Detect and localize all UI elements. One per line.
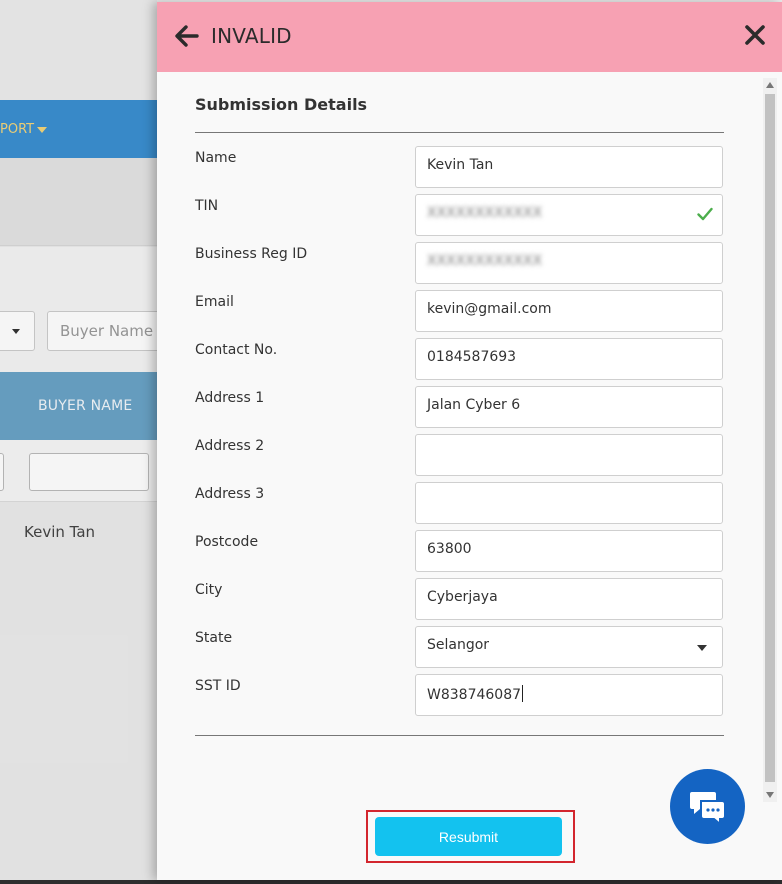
tin-label: TIN <box>195 198 219 214</box>
scroll-up-arrow-icon[interactable] <box>766 82 774 88</box>
caret-down-icon <box>697 645 707 651</box>
address2-field[interactable] <box>415 434 723 476</box>
state-label: State <box>195 630 233 646</box>
section-divider-bottom <box>195 735 724 736</box>
drawer-title: INVALID <box>211 24 292 48</box>
close-icon[interactable] <box>744 24 766 46</box>
sst-id-field[interactable]: W838746087 <box>415 674 723 716</box>
contact-label: Contact No. <box>195 342 278 358</box>
name-field[interactable]: Kevin Tan <box>415 146 723 188</box>
background-overlay <box>0 0 157 884</box>
section-title: Submission Details <box>195 95 368 114</box>
resubmit-button[interactable]: Resubmit <box>375 817 562 856</box>
address1-field[interactable]: Jalan Cyber 6 <box>415 386 723 428</box>
chat-bubbles-icon <box>690 792 726 825</box>
arrow-left-icon[interactable] <box>175 24 199 48</box>
address3-label: Address 3 <box>195 486 265 502</box>
business-reg-value: XXXXXXXXXXXX <box>427 253 543 269</box>
section-divider <box>195 132 724 133</box>
check-icon <box>697 207 713 221</box>
tin-field[interactable]: XXXXXXXXXXXX <box>415 194 723 236</box>
submission-drawer: INVALID Submission Details Name Kevin Ta… <box>157 2 782 880</box>
business-reg-field[interactable]: XXXXXXXXXXXX <box>415 242 723 284</box>
address2-label: Address 2 <box>195 438 265 454</box>
contact-field[interactable]: 0184587693 <box>415 338 723 380</box>
drawer-header: INVALID <box>157 2 782 72</box>
email-field[interactable]: kevin@gmail.com <box>415 290 723 332</box>
postcode-label: Postcode <box>195 534 259 550</box>
name-label: Name <box>195 150 237 166</box>
scroll-down-arrow-icon[interactable] <box>766 792 774 798</box>
text-cursor <box>522 685 524 702</box>
live-chat-button[interactable] <box>670 769 745 844</box>
email-label: Email <box>195 294 234 310</box>
tin-value: XXXXXXXXXXXX <box>427 205 543 221</box>
postcode-field[interactable]: 63800 <box>415 530 723 572</box>
sst-id-value: W838746087 <box>427 687 522 703</box>
sst-id-label: SST ID <box>195 678 241 694</box>
window-bottom-edge <box>0 880 782 884</box>
state-select-value: Selangor <box>427 637 490 653</box>
address1-label: Address 1 <box>195 390 265 406</box>
address3-field[interactable] <box>415 482 723 524</box>
scrollbar-thumb[interactable] <box>765 94 775 782</box>
city-label: City <box>195 582 223 598</box>
city-field[interactable]: Cyberjaya <box>415 578 723 620</box>
state-select[interactable]: Selangor <box>415 626 723 668</box>
business-reg-label: Business Reg ID <box>195 246 308 262</box>
vertical-scrollbar[interactable] <box>763 78 777 802</box>
